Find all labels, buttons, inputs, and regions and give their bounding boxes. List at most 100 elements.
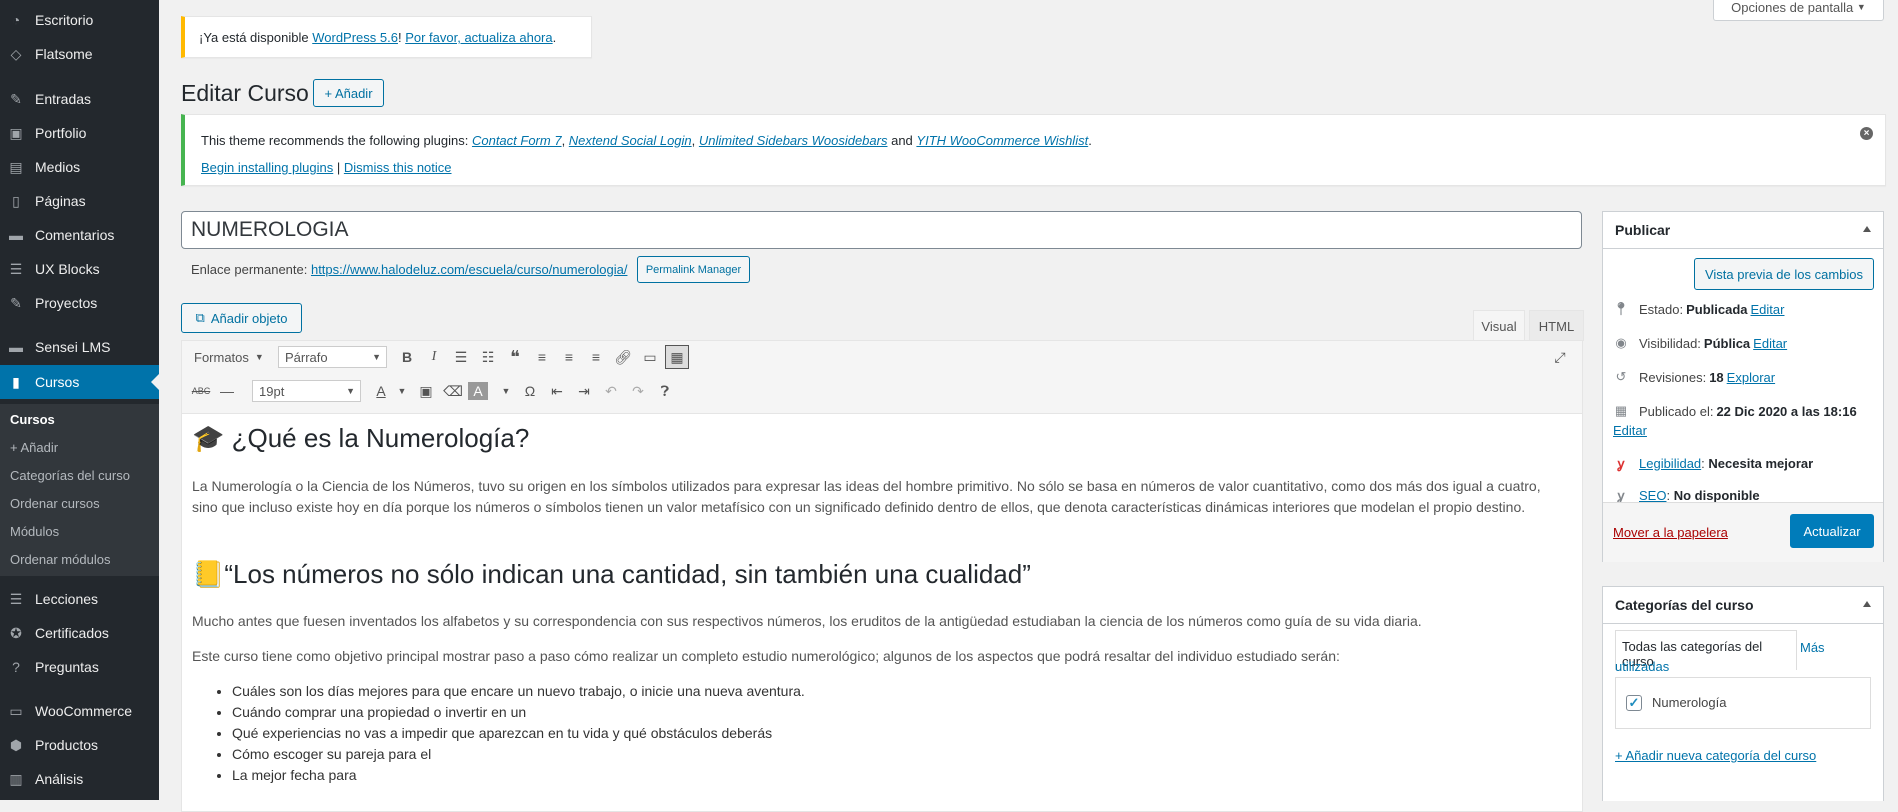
- read-more-icon[interactable]: ▭: [638, 345, 662, 369]
- update-button[interactable]: Actualizar: [1790, 514, 1874, 548]
- menu-ux-blocks[interactable]: ☰ UX Blocks: [0, 252, 159, 286]
- link-icon[interactable]: 🔗︎: [611, 345, 635, 369]
- edit-visibility-link[interactable]: Editar: [1753, 336, 1787, 351]
- list-item: La mejor fecha para: [232, 765, 805, 786]
- background-color-icon[interactable]: A: [468, 382, 488, 400]
- tab-visual[interactable]: Visual: [1473, 310, 1525, 341]
- menu-cursos[interactable]: ▮ Cursos: [0, 365, 159, 399]
- permalink-manager-button[interactable]: Permalink Manager: [637, 256, 750, 283]
- add-new-category-link[interactable]: + Añadir nueva categoría del curso: [1615, 748, 1816, 763]
- visibility-row: ◉ Visibilidad: Pública Editar: [1613, 335, 1787, 351]
- seo-link[interactable]: SEO: [1639, 488, 1666, 503]
- yoast-readability-icon: ỿ: [1617, 456, 1625, 471]
- italic-icon[interactable]: I: [422, 345, 446, 369]
- align-left-icon[interactable]: ≡: [530, 345, 554, 369]
- permalink-url-link[interactable]: https://www.halodeluz.com/escuela/curso/…: [311, 262, 628, 277]
- outdent-icon[interactable]: ⇤: [545, 379, 569, 403]
- edit-status-link[interactable]: Editar: [1751, 302, 1785, 317]
- add-new-button[interactable]: + Añadir: [313, 79, 384, 107]
- editor-toolbar: Formatos ▼ Párrafo ▼ B I ☰ ☷ ❝ ≡ ≡ ≡ 🔗︎ ▭ …: [182, 341, 1582, 414]
- menu-lecciones[interactable]: ☰ Lecciones: [0, 582, 159, 616]
- undo-icon[interactable]: ↶: [599, 379, 623, 403]
- plugin-notice: This theme recommends the following plug…: [181, 114, 1886, 186]
- menu-productos[interactable]: ⬢ Productos: [0, 728, 159, 762]
- strikethrough-icon[interactable]: ABC: [189, 379, 213, 403]
- menu-paginas[interactable]: ▯ Páginas: [0, 184, 159, 218]
- publish-header[interactable]: Publicar: [1603, 212, 1883, 249]
- dismiss-notice-link[interactable]: Dismiss this notice: [344, 160, 452, 175]
- fullscreen-icon[interactable]: ⤢: [1548, 345, 1572, 369]
- menu-woocommerce[interactable]: ▭ WooCommerce: [0, 694, 159, 728]
- menu-certificados[interactable]: ✪ Certificados: [0, 616, 159, 650]
- explore-revisions-link[interactable]: Explorar: [1727, 370, 1775, 385]
- move-to-trash-link[interactable]: Mover a la papelera: [1613, 525, 1728, 540]
- tab-most-used[interactable]: Más utilizadas: [1615, 638, 1870, 676]
- menu-portfolio[interactable]: ▣ Portfolio: [0, 116, 159, 150]
- close-icon[interactable]: ×: [1860, 127, 1873, 140]
- category-label: Numerología: [1652, 695, 1727, 710]
- update-now-link[interactable]: Por favor, actualiza ahora: [405, 30, 552, 45]
- list-item: Cómo escoger su pareja para el: [232, 744, 805, 765]
- menu-entradas[interactable]: ✎ Entradas: [0, 82, 159, 116]
- menu-preguntas[interactable]: ? Preguntas: [0, 650, 159, 684]
- list-item: Cuándo comprar una propiedad o invertir …: [232, 702, 805, 723]
- category-list: ✓ Numerología: [1615, 677, 1871, 729]
- clear-formatting-icon[interactable]: ⌫: [441, 379, 465, 403]
- collapse-arrow-icon[interactable]: [1863, 601, 1871, 607]
- help-icon[interactable]: ❓︎: [653, 379, 677, 403]
- align-center-icon[interactable]: ≡: [557, 345, 581, 369]
- submenu-modulos[interactable]: Módulos: [10, 524, 59, 539]
- formats-dropdown[interactable]: Formatos ▼: [194, 346, 276, 368]
- woo-icon: ▭: [9, 702, 23, 719]
- preview-changes-button[interactable]: Vista previa de los cambios: [1694, 258, 1874, 290]
- indent-icon[interactable]: ⇥: [572, 379, 596, 403]
- toolbar-toggle-icon[interactable]: ▦: [665, 345, 689, 369]
- tab-html[interactable]: HTML: [1529, 310, 1584, 341]
- redo-icon[interactable]: ↷: [626, 379, 650, 403]
- submenu-cursos[interactable]: Cursos: [10, 412, 55, 427]
- paste-text-icon[interactable]: ▣: [414, 379, 438, 403]
- special-char-icon[interactable]: Ω: [518, 379, 542, 403]
- screen-options-button[interactable]: Opciones de pantalla ▼: [1713, 0, 1884, 21]
- bold-icon[interactable]: B: [395, 345, 419, 369]
- plugin-link-contact-form[interactable]: Contact Form 7: [472, 133, 562, 148]
- status-row: 📍︎ Estado: Publicada Editar: [1612, 301, 1785, 317]
- submenu-categorias[interactable]: Categorías del curso: [10, 468, 130, 483]
- categories-header[interactable]: Categorías del curso: [1603, 587, 1883, 624]
- collapse-arrow-icon[interactable]: [1863, 226, 1871, 232]
- bullet-list-icon[interactable]: ☰: [449, 345, 473, 369]
- menu-proyectos[interactable]: ✎ Proyectos: [0, 286, 159, 320]
- plugin-link-yith[interactable]: YITH WooCommerce Wishlist: [916, 133, 1088, 148]
- numbered-list-icon[interactable]: ☷: [476, 345, 500, 369]
- menu-flatsome[interactable]: ◇ Flatsome: [0, 37, 159, 71]
- menu-escritorio[interactable]: ◔ Escritorio: [0, 3, 159, 37]
- add-media-button[interactable]: ⧉ Añadir objeto: [181, 303, 302, 333]
- menu-analisis[interactable]: ▥ Análisis: [0, 762, 159, 796]
- readability-link[interactable]: Legibilidad: [1639, 456, 1701, 471]
- wordpress-version-link[interactable]: WordPress 5.6: [312, 30, 398, 45]
- submenu-ordenar-cursos[interactable]: Ordenar cursos: [10, 496, 100, 511]
- plugin-link-nextend[interactable]: Nextend Social Login: [569, 133, 692, 148]
- align-right-icon[interactable]: ≡: [584, 345, 608, 369]
- menu-medios[interactable]: ▤ Medios: [0, 150, 159, 184]
- post-title-input[interactable]: [181, 211, 1582, 249]
- blockquote-icon[interactable]: ❝: [503, 345, 527, 369]
- menu-sensei-lms[interactable]: ▬ Sensei LMS: [0, 330, 159, 364]
- comments-icon: ▬: [9, 227, 23, 243]
- readability-row: ỿ Legibilidad: Necesita mejorar: [1613, 455, 1814, 472]
- edit-date-link[interactable]: Editar: [1613, 423, 1647, 438]
- menu-comentarios[interactable]: ▬ Comentarios: [0, 218, 159, 252]
- caret-down-icon[interactable]: ▼: [390, 379, 414, 403]
- plugin-link-woosidebars[interactable]: Unlimited Sidebars Woosidebars: [699, 133, 888, 148]
- caret-down-icon[interactable]: ▼: [494, 379, 518, 403]
- submenu-ordenar-modulos[interactable]: Ordenar módulos: [10, 552, 110, 567]
- products-icon: ⬢: [9, 736, 23, 753]
- submenu-anadir[interactable]: + Añadir: [10, 440, 58, 455]
- paragraph-select[interactable]: Párrafo ▼: [278, 346, 387, 368]
- calendar-icon: ▦: [1614, 403, 1628, 418]
- category-checkbox[interactable]: ✓: [1626, 695, 1642, 711]
- horizontal-line-icon[interactable]: —: [215, 379, 239, 403]
- font-size-select[interactable]: 19pt ▼: [252, 380, 361, 402]
- publish-box: Publicar Vista previa de los cambios 📍︎ E…: [1602, 211, 1884, 562]
- begin-installing-link[interactable]: Begin installing plugins: [201, 160, 333, 175]
